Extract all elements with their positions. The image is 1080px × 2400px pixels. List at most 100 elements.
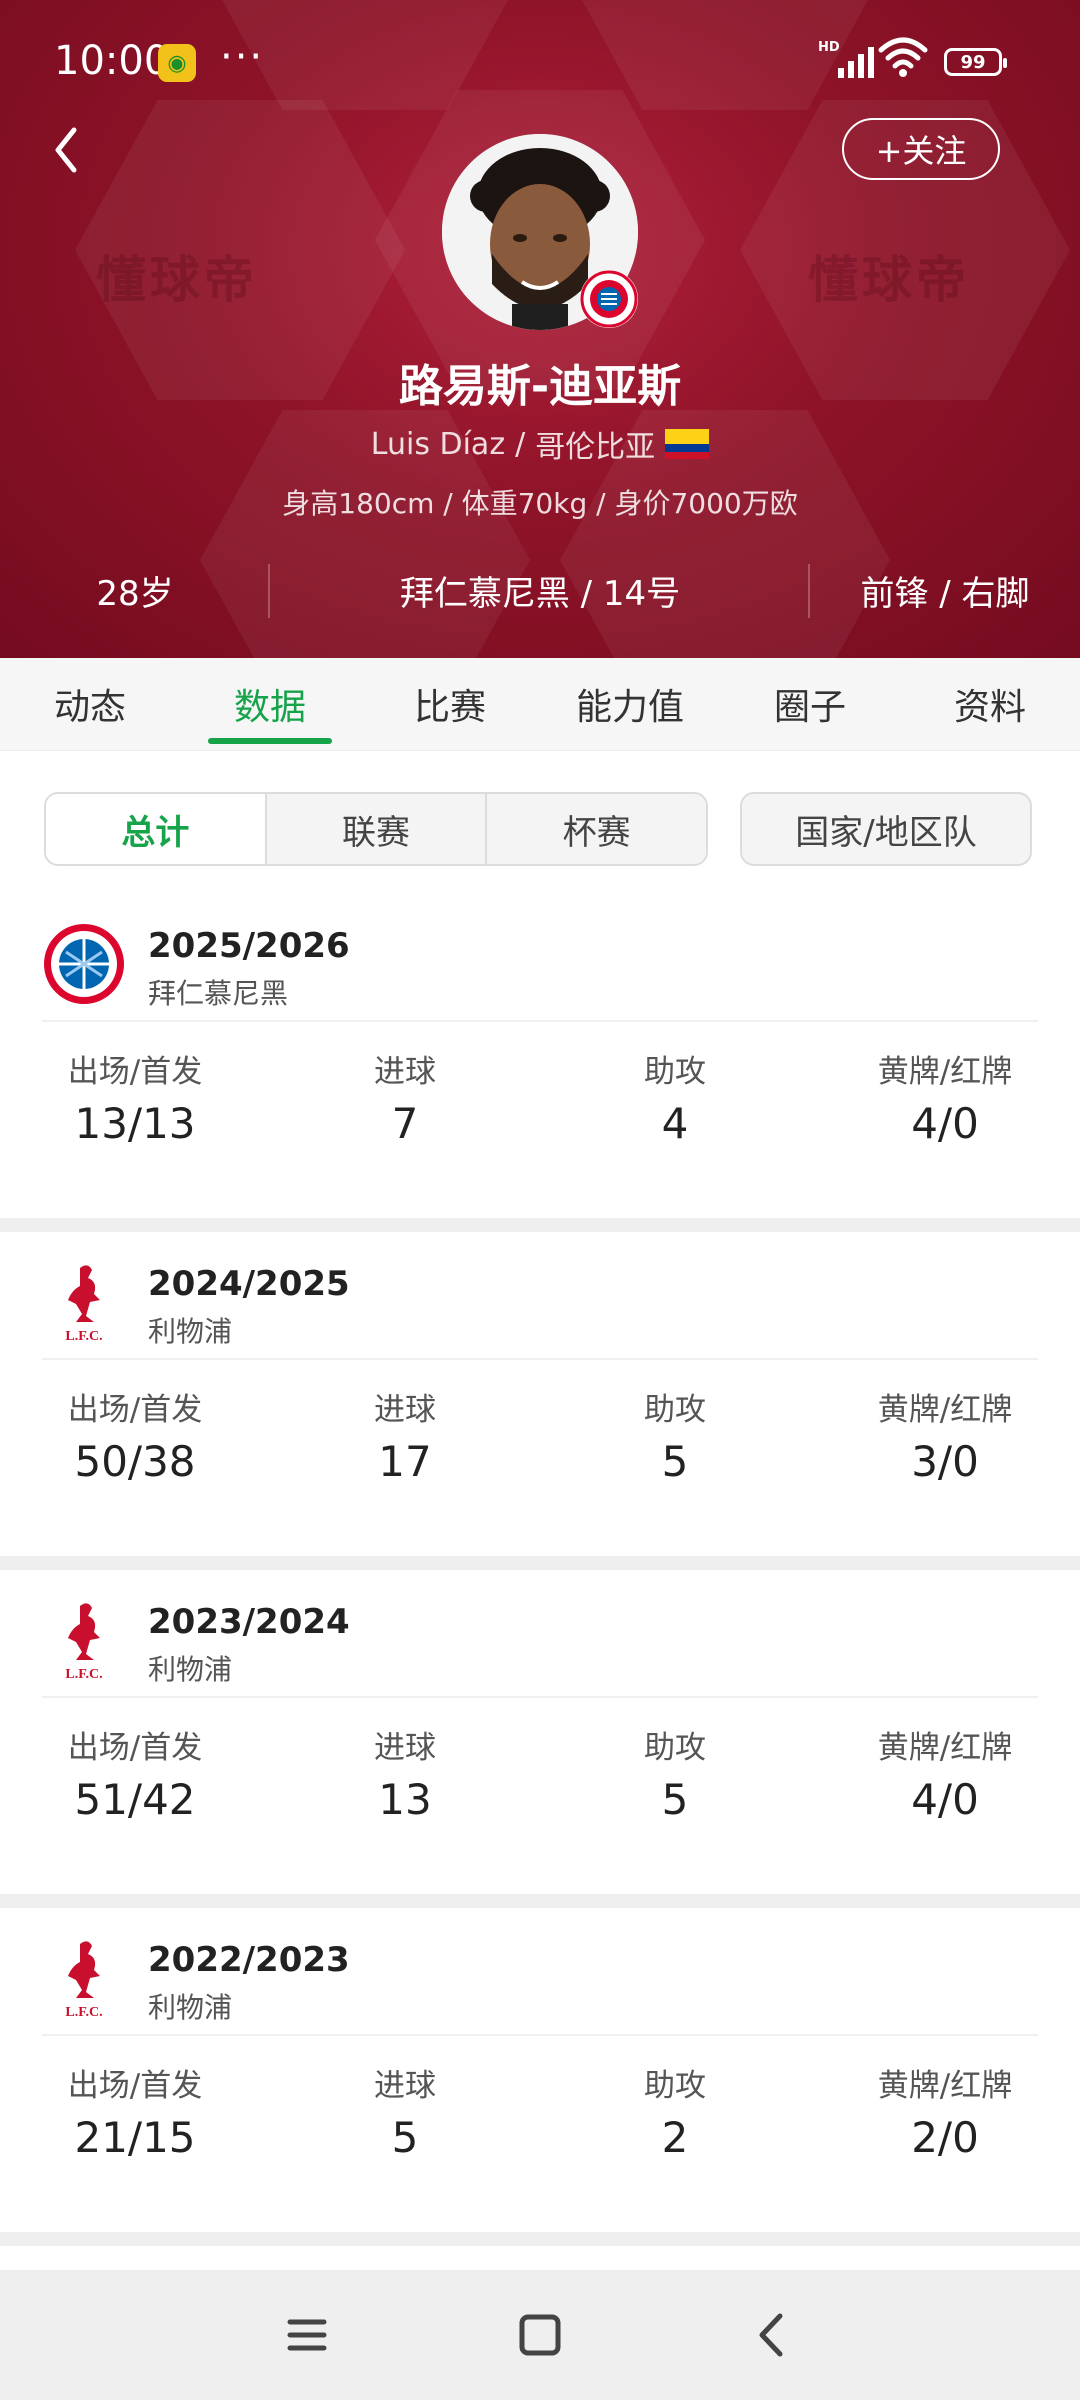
liverpool-logo-icon: L.F.C.	[65, 1603, 103, 1682]
stat-value: 21/15	[74, 2113, 196, 2162]
competition-filter: 总计 联赛 杯赛	[44, 792, 708, 866]
stat-label: 助攻	[644, 1054, 706, 1090]
season-card[interactable]: 2025/2026 拜仁慕尼黑 出场/首发 13/13 进球 7 助攻 4 黄牌/红牌…	[0, 900, 1080, 1218]
card-gap	[0, 1218, 1080, 1232]
bayern-logo-icon	[44, 924, 124, 1004]
stat-goals: 进球 17	[295, 1384, 515, 1486]
stat-assists: 助攻 2	[565, 2060, 785, 2162]
stat-cards: 黄牌/红牌 4/0	[835, 1046, 1055, 1148]
stat-value: 5	[661, 1775, 689, 1824]
stat-label: 出场/首发	[67, 1054, 203, 1090]
card-divider	[42, 2034, 1038, 2036]
stat-label: 进球	[374, 1730, 436, 1766]
card-divider	[42, 1696, 1038, 1698]
card-gap	[0, 2232, 1080, 2246]
colombia-flag-icon	[665, 429, 710, 459]
filter-total[interactable]: 总计	[46, 794, 265, 864]
stat-cards: 黄牌/红牌 3/0	[835, 1384, 1055, 1486]
stat-apps: 出场/首发 51/42	[25, 1722, 245, 1824]
home-icon[interactable]	[505, 2300, 575, 2370]
back-arrow-icon[interactable]	[44, 120, 92, 180]
watermark-text: 懂球帝	[96, 251, 258, 309]
system-nav-bar	[0, 2270, 1080, 2400]
tab-matches[interactable]: 比赛	[360, 658, 540, 750]
filter-cup[interactable]: 杯赛	[485, 794, 706, 864]
app-notification-icon: ◉	[158, 44, 196, 82]
season-club: 拜仁慕尼黑	[148, 977, 289, 1010]
more-dots-icon: ···	[220, 34, 265, 80]
stat-label: 助攻	[644, 2068, 706, 2104]
menu-icon[interactable]	[272, 2300, 342, 2370]
tab-data[interactable]: 数据	[180, 658, 360, 750]
stat-value: 50/38	[74, 1437, 196, 1486]
battery-icon: 99	[944, 48, 1007, 76]
stat-label: 进球	[374, 1392, 436, 1428]
player-info-row: 28岁 拜仁慕尼黑 / 14号 前锋 / 右脚	[0, 560, 1080, 620]
stat-value: 4/0	[911, 1775, 979, 1824]
card-gap	[0, 1894, 1080, 1908]
stat-label: 助攻	[644, 1730, 706, 1766]
stat-value: 13	[378, 1775, 432, 1824]
stat-label: 助攻	[644, 1392, 706, 1428]
stat-label: 进球	[374, 1054, 436, 1090]
status-time: 10:00	[54, 38, 170, 84]
player-physical-info: 身高180cm / 体重70kg / 身价7000万欧	[282, 487, 798, 520]
bayern-badge-icon	[580, 270, 638, 328]
stat-value: 51/42	[74, 1775, 196, 1824]
stat-value: 4	[661, 1099, 689, 1148]
lfc-text: L.F.C.	[65, 1667, 102, 1682]
tab-dynamics[interactable]: 动态	[0, 658, 180, 750]
stat-apps: 出场/首发 13/13	[25, 1046, 245, 1148]
tab-circle[interactable]: 圈子	[720, 658, 900, 750]
divider	[268, 564, 270, 618]
player-team-number[interactable]: 拜仁慕尼黑 / 14号	[300, 560, 780, 620]
stat-value: 7	[391, 1099, 419, 1148]
stat-apps: 出场/首发 21/15	[25, 2060, 245, 2162]
divider	[808, 564, 810, 618]
back-icon[interactable]	[738, 2300, 808, 2370]
player-name: 路易斯-迪亚斯	[398, 361, 682, 412]
stat-assists: 助攻 4	[565, 1046, 785, 1148]
filter-national-team[interactable]: 国家/地区队	[740, 792, 1032, 866]
season-card[interactable]: L.F.C. 2023/2024 利物浦 出场/首发 51/42 进球 13 助攻 5…	[0, 1576, 1080, 1894]
status-bar: 10:00 ◉ ··· HD 99	[0, 0, 1080, 120]
stat-label: 出场/首发	[67, 1730, 203, 1766]
stat-label: 出场/首发	[67, 1392, 203, 1428]
liverpool-logo-icon: L.F.C.	[65, 1941, 103, 2020]
stat-value: 2/0	[911, 2113, 979, 2162]
network-type-label: HD	[818, 40, 840, 55]
lfc-text: L.F.C.	[65, 1329, 102, 1344]
stat-assists: 助攻 5	[565, 1722, 785, 1824]
player-name-en: Luis Díaz	[370, 426, 506, 462]
signal-icon	[838, 42, 874, 78]
stat-apps: 出场/首发 50/38	[25, 1384, 245, 1486]
subtitle-separator: /	[515, 426, 526, 462]
player-header: 懂球帝 懂球帝 10:00 ◉ ··· HD 99 +关注 路易斯-迪亚斯 Lu…	[0, 0, 1080, 658]
stat-cards: 黄牌/红牌 2/0	[835, 2060, 1055, 2162]
stat-label: 出场/首发	[67, 2068, 203, 2104]
card-divider	[42, 1020, 1038, 1022]
filter-league[interactable]: 联赛	[264, 794, 486, 864]
stat-value: 17	[378, 1437, 432, 1486]
season-club: 利物浦	[148, 1991, 233, 2024]
stat-value: 4/0	[911, 1099, 979, 1148]
player-subtitle: Luis Díaz / 哥伦比亚	[0, 422, 1080, 466]
stat-goals: 进球 13	[295, 1722, 515, 1824]
stat-label: 黄牌/红牌	[877, 2068, 1013, 2104]
stat-label: 黄牌/红牌	[877, 1730, 1013, 1766]
season-card[interactable]: L.F.C. 2024/2025 利物浦 出场/首发 50/38 进球 17 助攻 5…	[0, 1238, 1080, 1556]
tab-profile[interactable]: 资料	[900, 658, 1080, 750]
tab-bar: 动态 数据 比赛 能力值 圈子 资料	[0, 658, 1080, 751]
wifi-icon	[878, 37, 928, 77]
stat-value: 2	[661, 2113, 689, 2162]
tab-ability[interactable]: 能力值	[540, 658, 720, 750]
player-age: 28岁	[96, 573, 174, 614]
active-tab-indicator	[208, 738, 332, 744]
season-year: 2024/2025	[148, 1264, 350, 1304]
season-year: 2022/2023	[148, 1940, 350, 1980]
follow-button[interactable]: +关注	[842, 118, 1000, 180]
season-club: 利物浦	[148, 1653, 233, 1686]
player-country: 哥伦比亚	[535, 430, 656, 465]
season-card[interactable]: L.F.C. 2022/2023 利物浦 出场/首发 21/15 进球 5 助攻 2 …	[0, 1914, 1080, 2232]
player-position-foot: 前锋 / 右脚	[860, 573, 1030, 614]
